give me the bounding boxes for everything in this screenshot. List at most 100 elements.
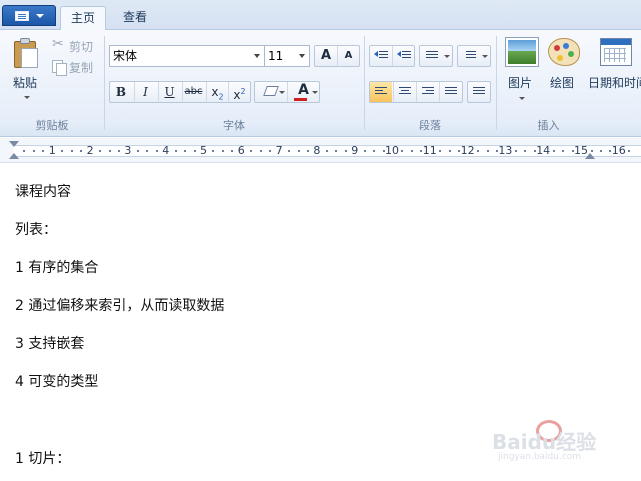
ruler-number: 14	[536, 144, 551, 157]
document-icon	[15, 11, 29, 21]
highlighter-icon	[263, 86, 279, 96]
ruler-number: 9	[351, 144, 359, 157]
copy-button[interactable]: 复制	[52, 59, 93, 77]
document-line[interactable]: 1 有序的集合	[15, 257, 98, 277]
bullet-list-icon	[426, 51, 438, 61]
ruler-tick	[439, 150, 442, 152]
ruler-tick	[344, 150, 347, 152]
ruler-tick	[155, 150, 158, 152]
first-line-indent-marker[interactable]	[9, 141, 19, 147]
ruler-tick	[221, 150, 224, 152]
paste-dropdown-icon[interactable]	[24, 96, 30, 99]
bold-button[interactable]: B	[110, 82, 132, 102]
ruler-tick	[477, 150, 479, 152]
ruler-number: 10	[385, 144, 399, 157]
ruler-tick	[193, 150, 196, 152]
superscript-base: x	[233, 88, 241, 102]
ruler-number: 15	[574, 144, 588, 157]
increase-indent-button[interactable]	[392, 46, 414, 66]
paint-button[interactable]: 绘图	[546, 30, 586, 110]
align-right-icon	[422, 87, 434, 97]
ruler-tick	[23, 150, 26, 152]
ruler-tick	[599, 150, 602, 152]
ruler-tick	[117, 150, 120, 152]
italic-button[interactable]: I	[134, 82, 156, 102]
align-right-button[interactable]	[416, 82, 438, 102]
tab-home[interactable]: 主页	[60, 6, 106, 30]
highlight-button[interactable]	[255, 82, 287, 102]
ruler-tick	[552, 150, 555, 152]
align-left-button[interactable]	[370, 82, 392, 102]
baidu-watermark: Baidu经验 jingyan.baidu.com	[492, 412, 612, 464]
ruler-number: 4	[162, 144, 170, 157]
chevron-down-icon	[299, 54, 305, 58]
ruler-number: 5	[200, 144, 207, 157]
ribbon-tab-bar: 主页 查看	[0, 0, 641, 30]
align-center-button[interactable]	[393, 82, 415, 102]
document-line[interactable]: 课程内容	[15, 181, 71, 201]
bullet-list-button[interactable]	[419, 45, 453, 67]
ruler-tick	[70, 150, 73, 152]
insert-picture-label: 图片	[508, 76, 533, 90]
paragraph-group-label: 段落	[419, 119, 441, 132]
paste-icon[interactable]	[12, 37, 40, 69]
justify-button[interactable]	[439, 82, 461, 102]
subscript-button[interactable]: x2	[206, 82, 228, 102]
ruler-tick	[448, 150, 451, 152]
chevron-down-icon	[279, 91, 285, 94]
document-line[interactable]: 列表：	[15, 219, 57, 239]
ruler-tick	[306, 150, 309, 152]
clipboard-group-label: 剪贴板	[35, 119, 69, 132]
ruler-tick	[99, 150, 101, 152]
font-size-select[interactable]: 11	[264, 45, 310, 67]
underline-button[interactable]: U	[158, 82, 180, 102]
ribbon: 粘贴 剪切 复制 剪贴板 宋体 11 A A B I U abc x2	[0, 30, 641, 137]
font-color-button[interactable]: A	[287, 82, 319, 102]
ruler-tick	[61, 150, 64, 152]
strikethrough-button[interactable]: abc	[182, 82, 204, 102]
ruler-tick	[42, 150, 45, 152]
ruler-tick	[212, 150, 215, 152]
insert-datetime-button[interactable]: 日期和时间	[588, 30, 641, 110]
line-spacing-button[interactable]	[457, 45, 491, 67]
watermark-url: jingyan.baidu.com	[498, 452, 582, 462]
font-color-letter: A	[298, 82, 309, 98]
ruler-tick	[373, 150, 376, 152]
chevron-down-icon	[312, 91, 318, 94]
chevron-down-icon	[36, 14, 44, 18]
document-line[interactable]: 1 切片：	[15, 448, 70, 468]
ruler-tick	[410, 150, 413, 152]
cut-label: 剪切	[69, 40, 94, 54]
font-family-value: 宋体	[113, 49, 138, 63]
document-line[interactable]: 3 支持嵌套	[15, 333, 84, 353]
font-group: 宋体 11 A A B I U abc x2 x2 A 字体	[104, 30, 364, 135]
document-line[interactable]: 4 可变的类型	[15, 371, 98, 391]
copy-label: 复制	[69, 61, 94, 75]
document-line[interactable]: 2 通过偏移来索引，从而读取数据	[15, 295, 224, 315]
ruler-tick	[259, 150, 262, 152]
superscript-button[interactable]: x2	[228, 82, 250, 102]
chevron-down-icon	[254, 54, 260, 58]
ruler[interactable]: 1 2 3 4 5 6 7 8 9 10 11 12 13 14 15 16	[0, 138, 641, 163]
decrease-indent-button[interactable]	[370, 46, 392, 66]
cut-button[interactable]: 剪切	[52, 36, 94, 56]
shrink-font-button[interactable]: A	[337, 46, 359, 66]
grow-font-button[interactable]: A	[315, 46, 337, 66]
font-color-bar	[294, 98, 307, 101]
ruler-tick	[80, 150, 83, 152]
insert-picture-button[interactable]: 图片	[502, 30, 542, 110]
ruler-tick	[269, 150, 272, 152]
ruler-tick	[250, 150, 253, 152]
paragraph-settings-button[interactable]	[467, 81, 491, 103]
application-menu-button[interactable]	[2, 5, 56, 26]
paste-button[interactable]: 粘贴	[13, 74, 37, 91]
left-indent-marker[interactable]	[9, 153, 19, 159]
font-family-select[interactable]: 宋体	[109, 45, 265, 67]
tab-view[interactable]: 查看	[112, 6, 158, 30]
ruler-number: 1	[48, 144, 56, 157]
ruler-tick	[32, 150, 35, 152]
ruler-number: 11	[422, 144, 437, 157]
calendar-icon	[600, 38, 632, 66]
ruler-tick	[174, 150, 177, 152]
font-group-label: 字体	[223, 119, 245, 132]
